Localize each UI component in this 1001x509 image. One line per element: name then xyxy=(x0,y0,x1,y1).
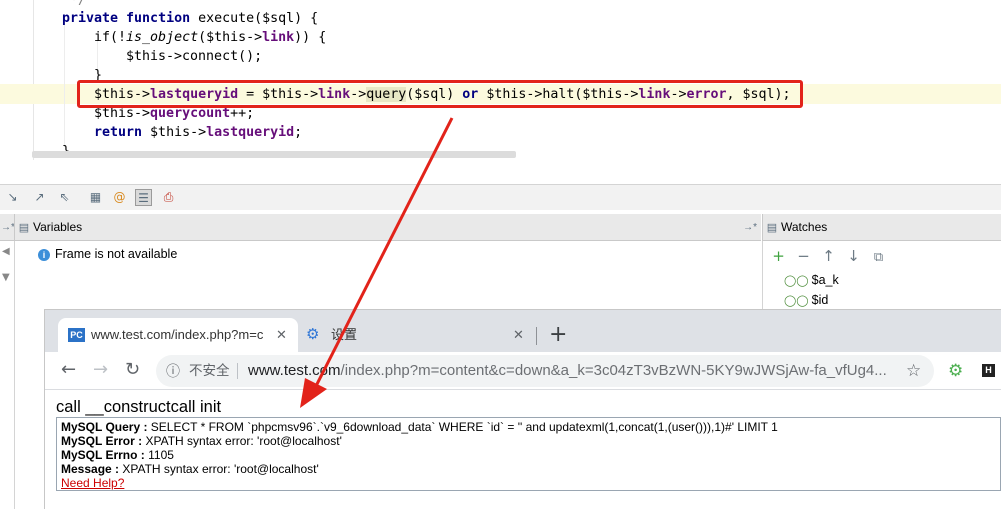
frame-message-text: Frame is not available xyxy=(55,247,178,261)
step-into-icon[interactable]: ↗ xyxy=(31,189,48,206)
tab-title: 设置 xyxy=(331,327,358,342)
watch-item[interactable]: ◯◯ $a_k xyxy=(784,272,839,288)
info-icon: i xyxy=(38,249,50,261)
code-line-function-signature: private function execute($sql) { xyxy=(62,11,319,26)
back-icon[interactable]: ← xyxy=(61,358,76,382)
pin-icon[interactable]: →* xyxy=(1,214,15,241)
insecure-label[interactable]: 不安全 xyxy=(189,355,230,387)
remove-watch-icon[interactable]: − xyxy=(791,246,816,266)
code-line-if: if(!is_object($this->link)) { xyxy=(94,30,327,45)
toggle-list-icon[interactable]: ☰ xyxy=(135,189,152,206)
bookmark-star-icon[interactable]: ☆ xyxy=(906,355,921,387)
code-line-connect: $this->connect(); xyxy=(126,49,263,64)
browser-window: PC www.test.com/index.php?m=c ✕ ⚙ 设置 ✕ +… xyxy=(44,309,1001,509)
mysql-error-box: MySQL Query : SELECT * FROM `phpcmsv96`.… xyxy=(56,417,1001,491)
watches-header: ▤ Watches xyxy=(762,214,1001,241)
watch-item-label: $id xyxy=(811,293,829,307)
collapse-arrow-icon[interactable]: ▼ xyxy=(2,272,10,283)
close-icon[interactable]: ✕ xyxy=(513,318,524,352)
tab-separator xyxy=(536,327,537,345)
step-out-icon[interactable]: ⇖ xyxy=(56,189,73,206)
extension-h-icon[interactable]: H xyxy=(982,364,995,377)
error-row-message: Message : XPATH syntax error: 'root@loca… xyxy=(61,462,319,476)
url-path: /index.php?m=content&c=down&a_k=3c04zT3v… xyxy=(340,362,887,379)
watch-item-label: $a_k xyxy=(811,273,839,287)
pin-icon[interactable]: →* xyxy=(743,214,757,241)
variables-title: Variables xyxy=(33,220,83,234)
forward-icon[interactable]: → xyxy=(93,358,108,382)
gutter-divider xyxy=(33,0,34,160)
tab-strip: PC www.test.com/index.php?m=c ✕ ⚙ 设置 ✕ + xyxy=(45,310,1001,352)
url-text[interactable]: www.test.com/index.php?m=content&c=down&… xyxy=(248,355,888,387)
add-watch-icon[interactable]: + xyxy=(766,246,791,266)
error-row-errno: MySQL Errno : 1105 xyxy=(61,448,174,462)
editor-gutter[interactable] xyxy=(0,0,33,160)
reload-icon[interactable]: ↻ xyxy=(125,358,140,382)
tab-settings[interactable]: ⚙ 设置 ✕ xyxy=(298,318,532,352)
need-help-link[interactable]: Need Help? xyxy=(61,476,124,490)
left-stub-header: →* xyxy=(0,214,15,241)
gear-icon: ⚙ xyxy=(306,326,320,343)
error-row-help: Need Help? xyxy=(61,476,996,490)
tab-title: www.test.com/index.php?m=c xyxy=(91,327,264,342)
code-line-return: return $this->lastqueryid; xyxy=(94,125,303,140)
info-icon[interactable]: ⓘ xyxy=(166,355,180,387)
close-icon[interactable]: ✕ xyxy=(276,318,287,352)
step-over-icon[interactable]: ↘ xyxy=(4,189,21,206)
watch-glasses-icon: ◯◯ xyxy=(784,275,809,287)
watches-toolbar: + − ↑ ↓ ⧉ xyxy=(766,246,891,266)
settings-icon[interactable]: ⎙ xyxy=(160,189,177,206)
variables-icon: ▤ xyxy=(18,222,30,234)
url-field[interactable]: ⓘ 不安全 www.test.com/index.php?m=content&c… xyxy=(156,355,934,387)
indent-guide xyxy=(64,22,65,147)
move-up-icon[interactable]: ↑ xyxy=(816,246,841,266)
watches-title: Watches xyxy=(781,220,828,234)
url-host: www.test.com xyxy=(248,362,341,379)
error-row-query: MySQL Query : SELECT * FROM `phpcmsv96`.… xyxy=(61,420,778,434)
variables-header: ▤ Variables →* xyxy=(14,214,761,241)
debug-toolbar: ↘ ↗ ⇖ ▦ @ ☰ ⎙ xyxy=(0,184,1001,210)
watch-item[interactable]: ◯◯ $id xyxy=(784,292,828,308)
omnibox-divider xyxy=(237,363,238,379)
frame-message: i Frame is not available xyxy=(38,246,177,262)
phpcms-favicon-icon: PC xyxy=(68,328,85,342)
panel-divider[interactable] xyxy=(14,241,15,509)
code-editor[interactable]: */ private function execute($sql) { if(!… xyxy=(0,0,1001,160)
watch-glasses-icon: ◯◯ xyxy=(784,295,809,307)
watch-at-icon[interactable]: @ xyxy=(111,189,128,206)
extension-gear-icon[interactable]: ⚙ xyxy=(948,361,963,381)
new-tab-button[interactable]: + xyxy=(549,320,567,350)
error-row-error: MySQL Error : XPATH syntax error: 'root@… xyxy=(61,434,342,448)
annotation-highlight-box xyxy=(77,80,803,108)
tab-test-site[interactable]: PC www.test.com/index.php?m=c ✕ xyxy=(58,318,298,352)
move-down-icon[interactable]: ↓ xyxy=(841,246,866,266)
page-heading: call __constructcall init xyxy=(56,398,222,416)
evaluate-icon[interactable]: ▦ xyxy=(87,189,104,206)
copy-icon[interactable]: ⧉ xyxy=(866,248,891,268)
collapse-arrow-icon[interactable]: ◀ xyxy=(2,246,10,257)
editor-horizontal-scrollbar[interactable] xyxy=(32,151,516,158)
watches-icon: ▤ xyxy=(766,222,778,234)
address-bar-row: ← → ↻ ⓘ 不安全 www.test.com/index.php?m=con… xyxy=(45,352,1001,390)
